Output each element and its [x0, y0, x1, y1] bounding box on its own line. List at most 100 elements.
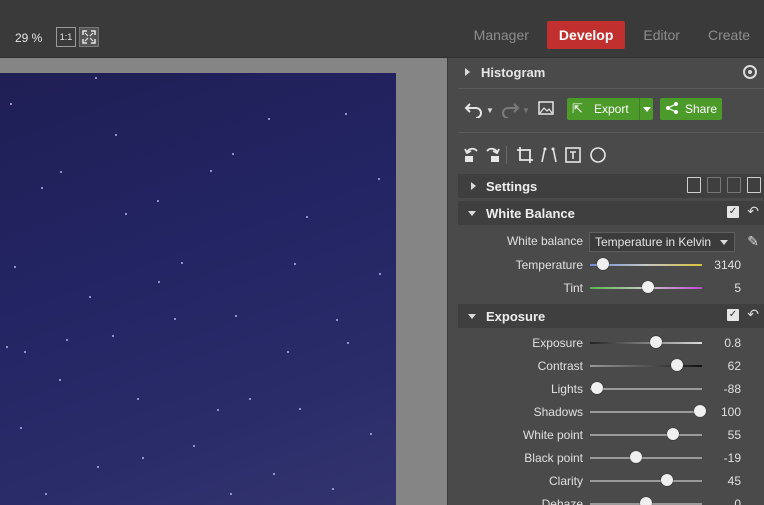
slider-handle[interactable]	[661, 474, 674, 486]
rotate-right-icon[interactable]	[483, 146, 501, 164]
slider-row-white-point: White point 55	[458, 424, 764, 446]
paste-settings-icon[interactable]	[707, 177, 721, 193]
slider-label: Exposure	[532, 336, 583, 350]
photo-canvas[interactable]	[0, 58, 447, 505]
star	[379, 273, 381, 275]
star	[217, 409, 219, 411]
star	[174, 318, 176, 320]
slider-track[interactable]	[590, 480, 702, 482]
star	[306, 216, 308, 218]
redo-dropdown-icon[interactable]: ▼	[522, 101, 530, 121]
slider-handle[interactable]	[629, 451, 642, 463]
white-balance-header[interactable]: White Balance ✓ ↶	[458, 201, 764, 225]
duplicate-settings-icon[interactable]	[727, 177, 741, 193]
slider-handle[interactable]	[666, 428, 679, 440]
white-balance-label: White balance	[506, 234, 583, 248]
slider-row-exposure: Exposure 0.8	[458, 332, 764, 354]
slider-track[interactable]	[590, 342, 702, 344]
enable-checkbox[interactable]: ✓	[727, 309, 739, 321]
star	[142, 457, 144, 459]
image-icon[interactable]	[538, 101, 554, 115]
slider-track[interactable]	[590, 411, 702, 413]
slider-value[interactable]: 3140	[714, 258, 741, 272]
star	[45, 493, 47, 495]
slider-value[interactable]: 55	[728, 428, 741, 442]
redo-icon[interactable]	[500, 100, 520, 118]
star	[125, 213, 127, 215]
expand-arrow-icon	[471, 182, 476, 190]
tab-manager[interactable]: Manager	[460, 21, 543, 49]
star	[158, 281, 160, 283]
white-balance-title: White Balance	[486, 206, 575, 221]
tab-editor[interactable]: Editor	[629, 21, 694, 49]
export-dropdown-icon[interactable]	[639, 98, 653, 120]
slider-handle[interactable]	[671, 359, 684, 371]
slider-value[interactable]: 45	[728, 474, 741, 488]
reset-icon[interactable]: ↶	[747, 203, 759, 220]
share-button[interactable]: Share	[660, 98, 722, 120]
slider-label: Temperature	[515, 258, 583, 272]
star	[157, 200, 159, 202]
star	[230, 493, 232, 495]
settings-header[interactable]: Settings	[458, 174, 764, 198]
slider-value[interactable]: -19	[724, 451, 741, 465]
slider-row-lights: Lights -88	[458, 378, 764, 400]
zoom-level[interactable]: 29 %	[15, 31, 42, 45]
expand-arrow-icon	[465, 68, 470, 76]
slider-value[interactable]: 0.8	[724, 336, 741, 350]
tab-create[interactable]: Create	[694, 21, 764, 49]
export-button[interactable]: ⇱ Export	[567, 98, 653, 120]
fit-screen-button[interactable]	[79, 27, 99, 47]
slider-track[interactable]	[590, 365, 702, 367]
circle-mask-icon[interactable]	[589, 146, 607, 164]
eyedropper-icon[interactable]: ✎	[747, 233, 759, 250]
star	[299, 408, 301, 410]
undo-icon[interactable]	[464, 100, 484, 118]
slider-row-temperature: Temperature 3140	[458, 254, 764, 276]
crop-icon[interactable]	[516, 146, 534, 164]
slider-handle[interactable]	[590, 382, 603, 394]
star	[95, 77, 97, 79]
slider-handle[interactable]	[650, 336, 663, 348]
star	[235, 315, 237, 317]
slider-handle[interactable]	[597, 258, 610, 270]
tab-develop[interactable]: Develop	[546, 21, 626, 49]
star	[112, 335, 114, 337]
slider-row-shadows: Shadows 100	[458, 401, 764, 423]
zoom-one-to-one-button[interactable]: 1:1	[56, 27, 76, 47]
undo-dropdown-icon[interactable]: ▼	[486, 101, 494, 121]
slider-value[interactable]: 62	[728, 359, 741, 373]
edit-tools-row	[458, 144, 764, 168]
rotate-left-icon[interactable]	[463, 146, 481, 164]
histogram-header[interactable]: Histogram	[458, 62, 764, 84]
divider	[458, 88, 764, 89]
fit-screen-icon	[82, 30, 96, 44]
exposure-header[interactable]: Exposure ✓ ↶	[458, 304, 764, 328]
night-sky-photo[interactable]	[0, 73, 396, 505]
reset-icon[interactable]: ↶	[747, 306, 759, 323]
slider-row-tint: Tint 5	[458, 277, 764, 299]
slider-value[interactable]: -88	[724, 382, 741, 396]
save-preset-icon[interactable]	[747, 177, 761, 193]
slider-handle[interactable]	[642, 281, 655, 293]
slider-value[interactable]: 100	[721, 405, 741, 419]
slider-handle[interactable]	[693, 405, 706, 417]
gear-icon[interactable]	[743, 65, 757, 79]
slider-label: Shadows	[533, 405, 583, 419]
slider-track[interactable]	[590, 434, 702, 436]
perspective-icon[interactable]	[540, 146, 558, 164]
slider-track[interactable]	[590, 457, 702, 459]
slider-value[interactable]: 0	[734, 497, 741, 505]
slider-handle[interactable]	[640, 497, 652, 505]
enable-checkbox[interactable]: ✓	[727, 206, 739, 218]
white-balance-mode-row: White balance Temperature in Kelvin ✎	[458, 230, 764, 252]
star	[181, 262, 183, 264]
star	[273, 473, 275, 475]
slider-track[interactable]	[590, 388, 702, 390]
slider-value[interactable]: 5	[734, 281, 741, 295]
slider-label: Contrast	[537, 359, 583, 373]
copy-settings-icon[interactable]	[687, 177, 701, 193]
star	[268, 118, 270, 120]
text-frame-icon[interactable]	[564, 146, 582, 164]
white-balance-select[interactable]: Temperature in Kelvin	[589, 232, 735, 252]
